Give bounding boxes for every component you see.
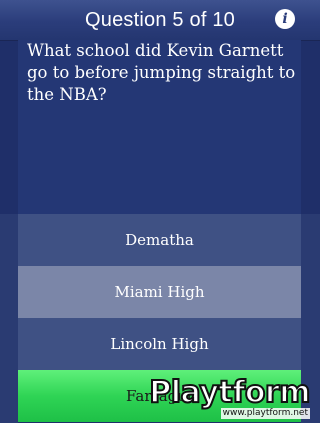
info-icon[interactable]: i bbox=[275, 9, 295, 29]
watermark-logo: Playtform bbox=[148, 375, 311, 410]
watermark-url: www.playtform.net bbox=[220, 408, 310, 419]
watermark: Playtform www.playtform.net bbox=[148, 376, 316, 421]
question-text: What school did Kevin Garnett go to befo… bbox=[27, 41, 296, 104]
answer-option-1[interactable]: Dematha bbox=[18, 214, 301, 266]
question-panel: What school did Kevin Garnett go to befo… bbox=[18, 40, 301, 214]
header-bar: Question 5 of 10 i bbox=[0, 0, 320, 41]
question-counter: Question 5 of 10 bbox=[85, 9, 235, 31]
answer-option-3[interactable]: Lincoln High bbox=[18, 318, 301, 370]
answer-option-2[interactable]: Miami High bbox=[18, 266, 301, 318]
left-margin bbox=[0, 214, 18, 423]
